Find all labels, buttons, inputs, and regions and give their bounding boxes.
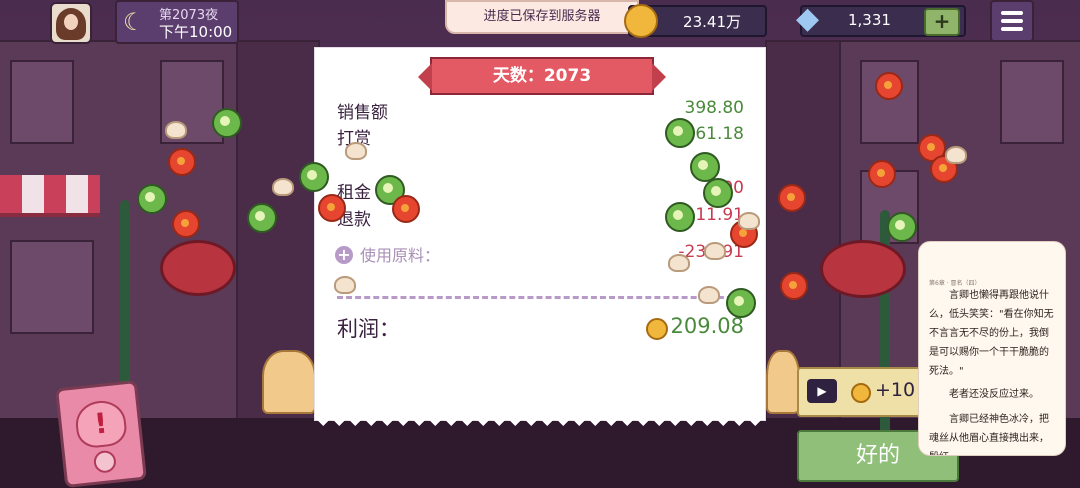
cafe-table: [766, 350, 800, 414]
red-flower: [820, 240, 906, 298]
garlic-piece: [165, 121, 187, 139]
coin-icon: [624, 4, 658, 38]
building-window: [1000, 60, 1064, 144]
profit-label: 利润：: [337, 317, 400, 341]
avatar-face: [64, 14, 78, 30]
tomato-slice: [318, 194, 346, 222]
coin-value: 23.41万: [683, 13, 741, 31]
materials-label[interactable]: 使用原料：: [360, 242, 440, 266]
story-paragraph: 言卿也懒得再跟他说什么，低头笑笑："看在你知无不言言无不尽的份上，我倒是可以赐你…: [929, 290, 1054, 377]
red-flower: [160, 240, 236, 296]
ad-reward-value: +10: [875, 379, 916, 401]
garlic-piece: [345, 142, 367, 160]
receipt-divider: [337, 296, 742, 299]
play-video-icon: ▶: [807, 379, 837, 403]
profit-value: 209.08: [670, 314, 744, 338]
tomato-slice: [778, 184, 806, 212]
shop-awning: [0, 175, 100, 217]
garlic-piece: [272, 178, 294, 196]
coin-icon: [851, 383, 871, 403]
pepper-slice: [247, 203, 277, 233]
coin-counter: 23.41万: [624, 4, 767, 38]
pepper-slice: [665, 118, 695, 148]
card-button-dot: [92, 449, 118, 474]
moon-icon: ☾: [123, 8, 145, 36]
watch-ad-button[interactable]: ▶ +10: [797, 367, 926, 417]
garlic-piece: [945, 146, 967, 164]
pepper-slice: [299, 162, 329, 192]
buy-gems-button[interactable]: +: [924, 8, 960, 36]
pepper-slice: [137, 184, 167, 214]
story-paragraph: 言卿已经神色冰冷，把魂丝从他眉心直接拽出来，殷红: [929, 414, 1049, 455]
tips-value: 61.18: [695, 124, 744, 144]
tomato-slice: [172, 210, 200, 238]
gem-value: 1,331: [848, 11, 891, 29]
sales-label: 销售额: [337, 103, 388, 123]
menu-icon: [1001, 19, 1023, 23]
tomato-slice: [392, 195, 420, 223]
cafe-table: [262, 350, 316, 414]
pepper-slice: [726, 288, 756, 318]
garlic-piece: [704, 242, 726, 260]
tomato-slice: [868, 160, 896, 188]
story-paragraph: 老者还没反应过来。: [949, 389, 1039, 400]
night-time: 下午10:00: [159, 23, 233, 41]
gem-counter: ◆ 1,331 +: [796, 1, 966, 37]
night-indicator: ☾ 第2073夜 下午10:00: [115, 0, 239, 44]
building-window: [10, 240, 94, 334]
notification-card[interactable]: !: [54, 379, 148, 488]
day-ribbon: 天数：2073: [418, 57, 666, 95]
coin-icon: [646, 318, 668, 340]
pepper-slice: [665, 202, 695, 232]
garlic-piece: [738, 212, 760, 230]
heart-alert-icon: !: [73, 398, 129, 450]
garlic-piece: [334, 276, 356, 294]
tomato-slice: [780, 272, 808, 300]
menu-icon: [1001, 11, 1023, 15]
menu-icon: [1001, 27, 1023, 31]
tomato-slice: [168, 148, 196, 176]
pepper-slice: [887, 212, 917, 242]
menu-button[interactable]: [990, 0, 1034, 42]
expand-materials-button[interactable]: +: [335, 246, 353, 264]
diamond-icon: ◆: [796, 1, 820, 36]
pepper-slice: [212, 108, 242, 138]
save-toast: 进度已保存到服务器: [445, 0, 639, 34]
pepper-slice: [703, 178, 733, 208]
tomato-slice: [875, 72, 903, 100]
garlic-piece: [698, 286, 720, 304]
player-avatar[interactable]: [50, 2, 92, 44]
story-reader-overlay[interactable]: 第6章 · 冒名（四） 言卿也懒得再跟他说什么，低头笑笑："看在你知无不言言无不…: [918, 241, 1066, 456]
building-window: [10, 60, 74, 144]
garlic-piece: [668, 254, 690, 272]
sales-value: 398.80: [684, 98, 744, 118]
